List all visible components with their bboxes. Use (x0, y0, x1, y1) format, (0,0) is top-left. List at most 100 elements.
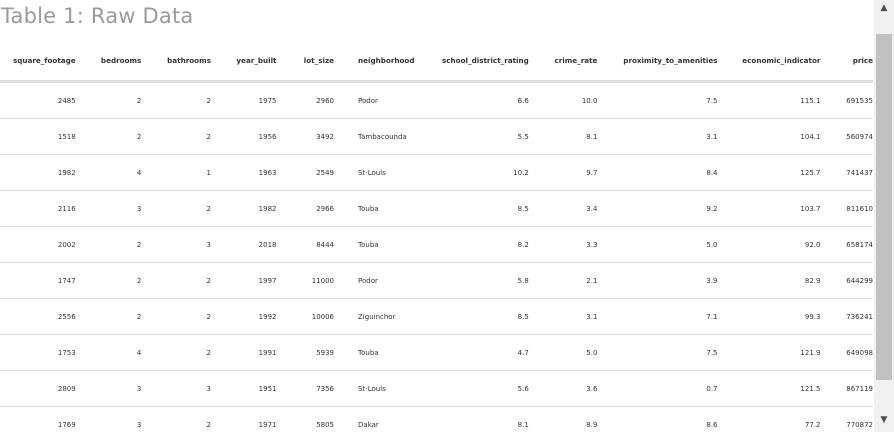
table-cell: 2809 (0, 370, 76, 407)
table-cell: 2116 (0, 190, 76, 227)
column-header[interactable]: bathrooms (141, 40, 211, 83)
table-cell: 3.4 (528, 190, 598, 227)
table-cell: 691535 (820, 81, 873, 119)
table-cell: 2 (75, 118, 142, 155)
table-cell: 8444 (276, 226, 335, 263)
table-cell: 5.0 (597, 226, 718, 263)
table-row: 2485 2 2 1975 2960 Podor 6.6 10.0 7.5 115.1 691535 (0, 81, 873, 119)
table-cell: 811610 (820, 190, 873, 227)
raw-data-table: square_footage bedrooms bathrooms year_b… (0, 40, 873, 432)
table-cell: 8.1 (528, 118, 598, 155)
column-header[interactable]: economic_indicator (717, 40, 821, 83)
column-header[interactable]: proximity_to_amenities (597, 40, 718, 83)
table-cell: 741437 (820, 154, 873, 191)
table-cell: 99.3 (717, 298, 821, 335)
table-cell: 560974 (820, 118, 873, 155)
table-cell: 10006 (276, 298, 335, 335)
scrollbar-thumb[interactable] (876, 34, 892, 380)
table-cell: Podor (334, 81, 430, 119)
table-cell: 7356 (276, 370, 335, 407)
table-cell: 2 (141, 81, 211, 119)
table-cell: 2 (75, 262, 142, 299)
table-cell: Touba (334, 226, 430, 263)
table-cell: St-Louis (334, 154, 430, 191)
data-table-container: square_footage bedrooms bathrooms year_b… (0, 40, 873, 432)
table-cell: 8.9 (528, 406, 598, 432)
table-cell: 11000 (276, 262, 335, 299)
table-cell: 121.5 (717, 370, 821, 407)
column-header[interactable]: bedrooms (75, 40, 142, 83)
table-cell: 7.5 (597, 334, 718, 371)
table-cell: 82.9 (717, 262, 821, 299)
table-cell: 736241 (820, 298, 873, 335)
table-cell: 2002 (0, 226, 76, 263)
table-body: 2485 2 2 1975 2960 Podor 6.6 10.0 7.5 115.1 691535… (0, 81, 873, 432)
table-cell: 10.2 (429, 154, 529, 191)
table-cell: 644299 (820, 262, 873, 299)
table-cell: 1518 (0, 118, 76, 155)
table-row: 1982 4 1 1963 2549 St-Louis 10.2 9.7 8.4 125.7 741… (0, 154, 873, 191)
table-cell: 2 (141, 406, 211, 432)
table-cell: 2 (141, 298, 211, 335)
table-cell: St-Louis (334, 370, 430, 407)
table-cell: 8.1 (429, 406, 529, 432)
table-cell: 1753 (0, 334, 76, 371)
column-header[interactable]: neighborhood (334, 40, 430, 83)
table-cell: 1951 (210, 370, 277, 407)
table-cell: 4 (75, 334, 142, 371)
table-cell: 6.6 (429, 81, 529, 119)
table-cell: 9.2 (597, 190, 718, 227)
table-cell: 2549 (276, 154, 335, 191)
table-cell: 649098 (820, 334, 873, 371)
table-cell: Touba (334, 190, 430, 227)
table-cell: 867119 (820, 370, 873, 407)
table-cell: 2966 (276, 190, 335, 227)
table-cell: 1769 (0, 406, 76, 432)
column-header[interactable]: school_district_rating (429, 40, 529, 83)
table-cell: 2 (141, 334, 211, 371)
vertical-scrollbar[interactable]: ▲ ▼ (874, 0, 894, 432)
table-cell: 7.5 (597, 81, 718, 119)
table-cell: 1975 (210, 81, 277, 119)
table-row: 2116 3 2 1982 2966 Touba 8.5 3.4 9.2 103.7 811610 (0, 190, 873, 227)
table-cell: 0.7 (597, 370, 718, 407)
table-row: 1518 2 2 1956 3492 Tambacounda 5.5 8.1 3.1 104.1 5… (0, 118, 873, 155)
table-cell: 1971 (210, 406, 277, 432)
scroll-up-arrow-icon[interactable]: ▲ (874, 0, 894, 16)
table-cell: Dakar (334, 406, 430, 432)
table-cell: 3.9 (597, 262, 718, 299)
table-cell: 2556 (0, 298, 76, 335)
table-cell: 2 (75, 81, 142, 119)
header-row: square_footage bedrooms bathrooms year_b… (0, 40, 873, 83)
table-cell: 8.2 (429, 226, 529, 263)
column-header[interactable]: price (820, 40, 873, 83)
scroll-down-arrow-icon[interactable]: ▼ (874, 412, 894, 428)
table-cell: 103.7 (717, 190, 821, 227)
table-cell: 3 (75, 406, 142, 432)
table-cell: 10.0 (528, 81, 598, 119)
table-cell: 5939 (276, 334, 335, 371)
table-cell: 104.1 (717, 118, 821, 155)
column-header[interactable]: crime_rate (528, 40, 598, 83)
table-row: 1769 3 2 1971 5805 Dakar 8.1 8.9 8.6 77.2 770872 (0, 406, 873, 432)
column-header[interactable]: lot_size (276, 40, 335, 83)
table-cell: 2 (75, 298, 142, 335)
table-cell: 4.7 (429, 334, 529, 371)
table-title: Table 1: Raw Data (1, 4, 194, 28)
table-cell: Podor (334, 262, 430, 299)
table-row: 2002 2 3 2018 8444 Touba 8.2 3.3 5.0 92.0 658174 (0, 226, 873, 263)
table-cell: 3.1 (597, 118, 718, 155)
table-cell: 5805 (276, 406, 335, 432)
table-cell: Touba (334, 334, 430, 371)
table-cell: 9.7 (528, 154, 598, 191)
column-header[interactable]: square_footage (0, 40, 76, 83)
table-cell: 2960 (276, 81, 335, 119)
table-cell: 3 (75, 190, 142, 227)
table-cell: 115.1 (717, 81, 821, 119)
table-cell: 2 (141, 118, 211, 155)
column-header[interactable]: year_built (210, 40, 277, 83)
table-cell: 5.0 (528, 334, 598, 371)
table-cell: 2.1 (528, 262, 598, 299)
table-cell: 5.8 (429, 262, 529, 299)
table-cell: 3.3 (528, 226, 598, 263)
